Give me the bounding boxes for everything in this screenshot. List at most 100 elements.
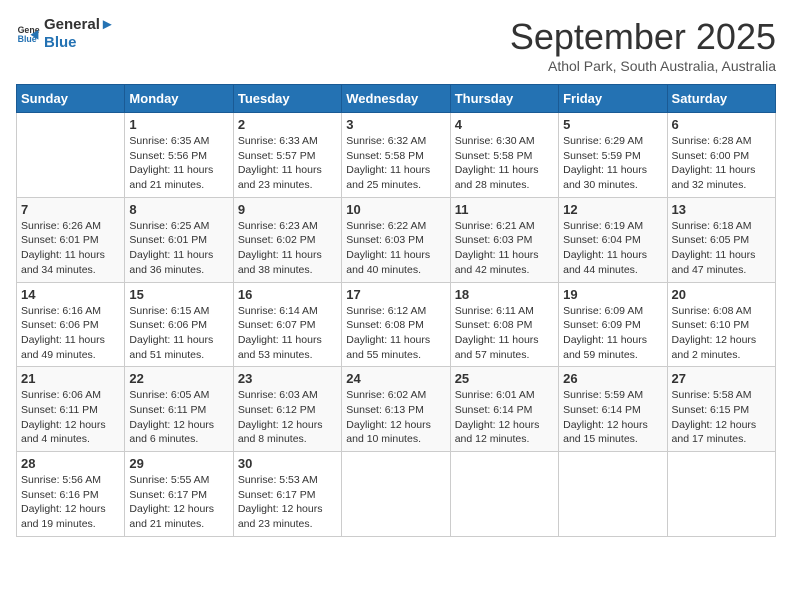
calendar-cell <box>17 113 125 198</box>
calendar-cell: 13 Sunrise: 6:18 AMSunset: 6:05 PMDayligh… <box>667 197 775 282</box>
day-info: Sunrise: 5:58 AMSunset: 6:15 PMDaylight:… <box>672 388 771 447</box>
day-info: Sunrise: 5:59 AMSunset: 6:14 PMDaylight:… <box>563 388 662 447</box>
day-info: Sunrise: 6:09 AMSunset: 6:09 PMDaylight:… <box>563 304 662 363</box>
day-number: 20 <box>672 287 771 302</box>
day-info: Sunrise: 6:06 AMSunset: 6:11 PMDaylight:… <box>21 388 120 447</box>
calendar-cell <box>667 452 775 537</box>
calendar-week-row: 21 Sunrise: 6:06 AMSunset: 6:11 PMDayligh… <box>17 367 776 452</box>
calendar-cell: 15 Sunrise: 6:15 AMSunset: 6:06 PMDayligh… <box>125 282 233 367</box>
day-header-wednesday: Wednesday <box>342 85 450 113</box>
calendar-cell: 25 Sunrise: 6:01 AMSunset: 6:14 PMDayligh… <box>450 367 558 452</box>
calendar-cell: 28 Sunrise: 5:56 AMSunset: 6:16 PMDayligh… <box>17 452 125 537</box>
day-number: 24 <box>346 371 445 386</box>
day-info: Sunrise: 6:29 AMSunset: 5:59 PMDaylight:… <box>563 134 662 193</box>
day-info: Sunrise: 6:33 AMSunset: 5:57 PMDaylight:… <box>238 134 337 193</box>
calendar-cell: 26Sunrise: 5:59 AMSunset: 6:14 PMDayligh… <box>559 367 667 452</box>
day-number: 17 <box>346 287 445 302</box>
day-info: Sunrise: 6:14 AMSunset: 6:07 PMDaylight:… <box>238 304 337 363</box>
day-number: 6 <box>672 117 771 132</box>
logo-icon: General Blue <box>16 22 40 46</box>
calendar-cell: 16 Sunrise: 6:14 AMSunset: 6:07 PMDayligh… <box>233 282 341 367</box>
day-number: 23 <box>238 371 337 386</box>
calendar-cell: 3 Sunrise: 6:32 AMSunset: 5:58 PMDaylight… <box>342 113 450 198</box>
calendar-cell: 21 Sunrise: 6:06 AMSunset: 6:11 PMDayligh… <box>17 367 125 452</box>
day-number: 15 <box>129 287 228 302</box>
day-number: 28 <box>21 456 120 471</box>
day-header-monday: Monday <box>125 85 233 113</box>
day-info: Sunrise: 6:32 AMSunset: 5:58 PMDaylight:… <box>346 134 445 193</box>
calendar-cell: 22 Sunrise: 6:05 AMSunset: 6:11 PMDayligh… <box>125 367 233 452</box>
month-title: September 2025 <box>510 16 776 58</box>
day-number: 12 <box>563 202 662 217</box>
calendar-week-row: 1 Sunrise: 6:35 AMSunset: 5:56 PMDaylight… <box>17 113 776 198</box>
day-info: Sunrise: 5:55 AMSunset: 6:17 PMDaylight:… <box>129 473 228 532</box>
calendar-week-row: 14Sunrise: 6:16 AMSunset: 6:06 PMDayligh… <box>17 282 776 367</box>
day-info: Sunrise: 6:16 AMSunset: 6:06 PMDaylight:… <box>21 304 120 363</box>
day-info: Sunrise: 6:08 AMSunset: 6:10 PMDaylight:… <box>672 304 771 363</box>
calendar-cell: 29Sunrise: 5:55 AMSunset: 6:17 PMDayligh… <box>125 452 233 537</box>
day-number: 25 <box>455 371 554 386</box>
calendar-cell: 11 Sunrise: 6:21 AMSunset: 6:03 PMDayligh… <box>450 197 558 282</box>
calendar-cell: 24 Sunrise: 6:02 AMSunset: 6:13 PMDayligh… <box>342 367 450 452</box>
calendar-cell: 12 Sunrise: 6:19 AMSunset: 6:04 PMDayligh… <box>559 197 667 282</box>
day-info: Sunrise: 6:12 AMSunset: 6:08 PMDaylight:… <box>346 304 445 363</box>
calendar-header-row: SundayMondayTuesdayWednesdayThursdayFrid… <box>17 85 776 113</box>
day-info: Sunrise: 6:26 AMSunset: 6:01 PMDaylight:… <box>21 219 120 278</box>
calendar-table: SundayMondayTuesdayWednesdayThursdayFrid… <box>16 84 776 537</box>
day-header-friday: Friday <box>559 85 667 113</box>
day-header-thursday: Thursday <box>450 85 558 113</box>
day-info: Sunrise: 6:05 AMSunset: 6:11 PMDaylight:… <box>129 388 228 447</box>
calendar-cell <box>559 452 667 537</box>
day-info: Sunrise: 6:22 AMSunset: 6:03 PMDaylight:… <box>346 219 445 278</box>
day-number: 16 <box>238 287 337 302</box>
calendar-cell <box>450 452 558 537</box>
calendar-cell: 9 Sunrise: 6:23 AMSunset: 6:02 PMDaylight… <box>233 197 341 282</box>
day-info: Sunrise: 6:28 AMSunset: 6:00 PMDaylight:… <box>672 134 771 193</box>
day-info: Sunrise: 6:18 AMSunset: 6:05 PMDaylight:… <box>672 219 771 278</box>
day-number: 5 <box>563 117 662 132</box>
day-info: Sunrise: 6:15 AMSunset: 6:06 PMDaylight:… <box>129 304 228 363</box>
calendar-cell: 30Sunrise: 5:53 AMSunset: 6:17 PMDayligh… <box>233 452 341 537</box>
svg-text:Blue: Blue <box>18 34 37 44</box>
day-info: Sunrise: 5:56 AMSunset: 6:16 PMDaylight:… <box>21 473 120 532</box>
day-number: 7 <box>21 202 120 217</box>
day-number: 30 <box>238 456 337 471</box>
day-header-tuesday: Tuesday <box>233 85 341 113</box>
calendar-cell: 14Sunrise: 6:16 AMSunset: 6:06 PMDayligh… <box>17 282 125 367</box>
day-number: 9 <box>238 202 337 217</box>
day-number: 22 <box>129 371 228 386</box>
day-info: Sunrise: 6:02 AMSunset: 6:13 PMDaylight:… <box>346 388 445 447</box>
day-number: 3 <box>346 117 445 132</box>
page-header: General Blue General► Blue September 202… <box>16 16 776 74</box>
calendar-cell: 8Sunrise: 6:25 AMSunset: 6:01 PMDaylight… <box>125 197 233 282</box>
calendar-cell: 7 Sunrise: 6:26 AMSunset: 6:01 PMDaylight… <box>17 197 125 282</box>
day-info: Sunrise: 6:19 AMSunset: 6:04 PMDaylight:… <box>563 219 662 278</box>
logo-text: General► Blue <box>44 16 115 52</box>
day-info: Sunrise: 6:11 AMSunset: 6:08 PMDaylight:… <box>455 304 554 363</box>
logo: General Blue General► Blue <box>16 16 115 52</box>
day-number: 2 <box>238 117 337 132</box>
calendar-cell: 6 Sunrise: 6:28 AMSunset: 6:00 PMDaylight… <box>667 113 775 198</box>
calendar-week-row: 28 Sunrise: 5:56 AMSunset: 6:16 PMDayligh… <box>17 452 776 537</box>
day-number: 21 <box>21 371 120 386</box>
day-info: Sunrise: 6:01 AMSunset: 6:14 PMDaylight:… <box>455 388 554 447</box>
day-number: 11 <box>455 202 554 217</box>
title-block: September 2025 Athol Park, South Austral… <box>510 16 776 74</box>
calendar-cell: 23 Sunrise: 6:03 AMSunset: 6:12 PMDayligh… <box>233 367 341 452</box>
day-number: 1 <box>129 117 228 132</box>
day-number: 13 <box>672 202 771 217</box>
day-number: 19 <box>563 287 662 302</box>
day-header-sunday: Sunday <box>17 85 125 113</box>
calendar-cell: 20 Sunrise: 6:08 AMSunset: 6:10 PMDayligh… <box>667 282 775 367</box>
calendar-cell: 10Sunrise: 6:22 AMSunset: 6:03 PMDayligh… <box>342 197 450 282</box>
day-info: Sunrise: 6:23 AMSunset: 6:02 PMDaylight:… <box>238 219 337 278</box>
calendar-cell: 19 Sunrise: 6:09 AMSunset: 6:09 PMDayligh… <box>559 282 667 367</box>
day-info: Sunrise: 6:35 AMSunset: 5:56 PMDaylight:… <box>129 134 228 193</box>
day-info: Sunrise: 6:03 AMSunset: 6:12 PMDaylight:… <box>238 388 337 447</box>
day-number: 27 <box>672 371 771 386</box>
day-info: Sunrise: 6:30 AMSunset: 5:58 PMDaylight:… <box>455 134 554 193</box>
calendar-cell: 4Sunrise: 6:30 AMSunset: 5:58 PMDaylight… <box>450 113 558 198</box>
day-info: Sunrise: 6:25 AMSunset: 6:01 PMDaylight:… <box>129 219 228 278</box>
day-info: Sunrise: 6:21 AMSunset: 6:03 PMDaylight:… <box>455 219 554 278</box>
calendar-cell: 5 Sunrise: 6:29 AMSunset: 5:59 PMDaylight… <box>559 113 667 198</box>
